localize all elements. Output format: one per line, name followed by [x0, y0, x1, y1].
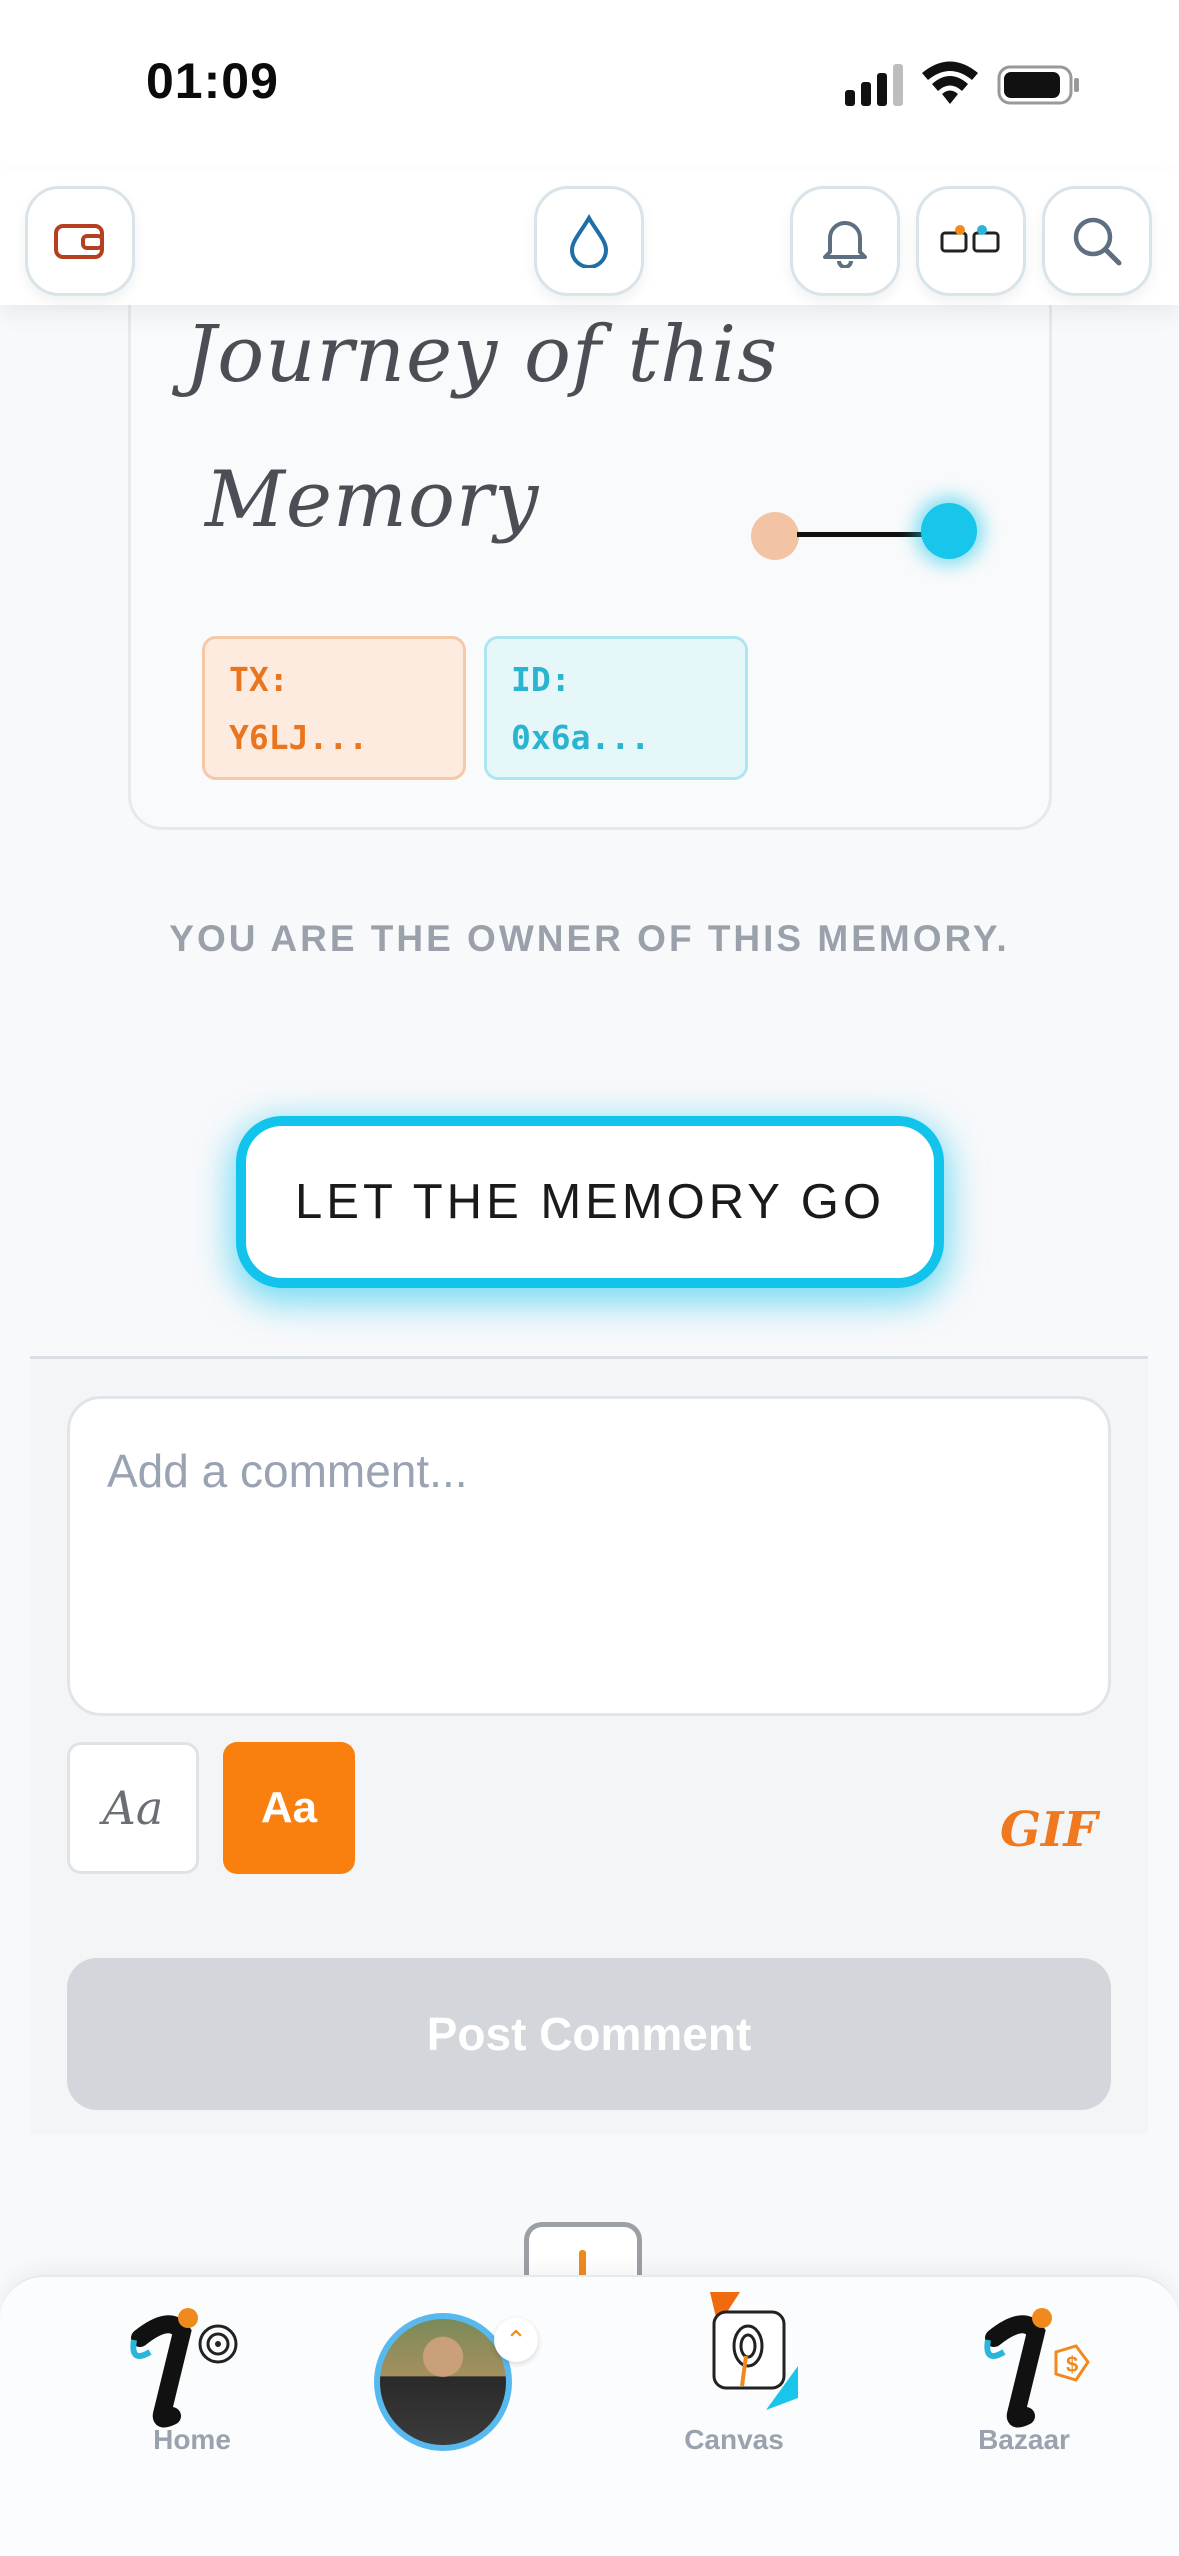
post-comment-button[interactable]: Post Comment: [67, 1958, 1111, 2110]
wallet-icon: [54, 224, 104, 259]
nav-canvas[interactable]: Canvas: [634, 2286, 834, 2455]
nav-canvas-label: Canvas: [684, 2424, 784, 2455]
messages-button[interactable]: [916, 186, 1026, 296]
nav-bazaar-label: Bazaar: [978, 2424, 1070, 2455]
journey-current-dot: [921, 503, 977, 559]
tx-label: TX:: [229, 660, 289, 699]
id-chip[interactable]: ID: 0x6a...: [484, 636, 748, 780]
font-bold-button[interactable]: Aa: [223, 1742, 355, 1874]
owner-notice: YOU ARE THE OWNER OF THIS MEMORY.: [169, 918, 1010, 959]
drop-icon: [569, 214, 609, 268]
journey-title-line-2: Memory: [205, 455, 540, 545]
let-memory-go-button[interactable]: LET THE MEMORY GO: [236, 1116, 944, 1288]
tx-value: Y6LJ...: [229, 718, 369, 757]
journey-title-line-1: Journey of this: [185, 310, 779, 400]
chevron-up-icon[interactable]: ⌃: [494, 2318, 538, 2362]
nav-bazaar[interactable]: $ Bazaar: [924, 2300, 1124, 2455]
status-time: 01:09: [146, 53, 279, 109]
nav-profile-avatar[interactable]: [374, 2313, 512, 2451]
font-script-button[interactable]: Aa: [67, 1742, 199, 1874]
bazaar-logo-icon: $: [984, 2308, 1090, 2428]
canvas-logo-icon: [710, 2292, 798, 2410]
wallet-button[interactable]: [25, 186, 135, 296]
comment-placeholder: Add a comment...: [107, 1445, 468, 1497]
gif-button[interactable]: GIF: [1000, 1802, 1098, 1858]
chat-icon: [940, 225, 1000, 253]
nav-home-label: Home: [153, 2424, 231, 2455]
search-button[interactable]: [1042, 186, 1152, 296]
id-value: 0x6a...: [511, 718, 651, 757]
search-icon: [1073, 217, 1122, 266]
bell-icon: [823, 221, 867, 268]
id-label: ID:: [511, 660, 571, 699]
drop-button[interactable]: [534, 186, 644, 296]
journey-origin-dot: [751, 512, 799, 560]
cellular-signal-icon: [845, 64, 903, 106]
transaction-chip[interactable]: TX: Y6LJ...: [202, 636, 466, 780]
nav-home[interactable]: Home: [96, 2300, 296, 2455]
wifi-icon: [922, 61, 978, 104]
svg-text:$: $: [1066, 2352, 1078, 2377]
journey-connector: [797, 532, 923, 537]
battery-icon: [997, 65, 1079, 105]
notifications-button[interactable]: [790, 186, 900, 296]
home-logo-icon: [130, 2308, 238, 2428]
